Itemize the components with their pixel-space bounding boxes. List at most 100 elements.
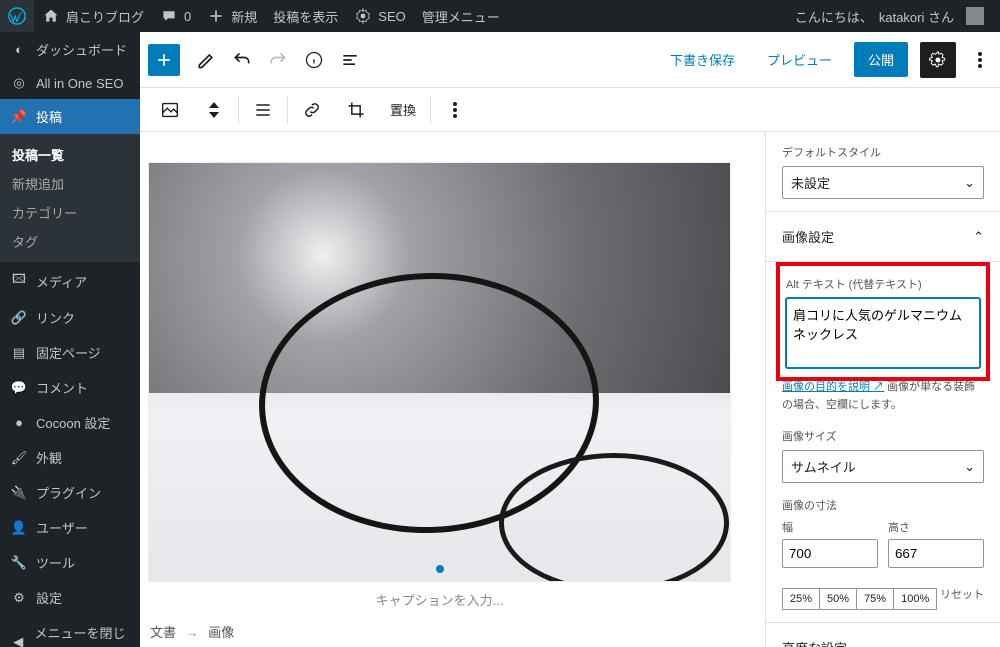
move-handle[interactable] [192,88,236,132]
caption-input[interactable]: キャプションを入力... [148,582,731,617]
posts-submenu: 投稿一覧 新規追加 カテゴリー タグ [0,134,140,262]
brush-icon: 🖌 [10,450,28,466]
replace-button[interactable]: 置換 [378,88,428,132]
collapse-icon: ◀ [10,634,27,647]
menu-tools[interactable]: 🔧ツール [0,545,140,580]
publish-button[interactable]: 公開 [854,42,908,77]
comment-icon [160,7,178,25]
menu-appearance[interactable]: 🖌外観 [0,440,140,475]
undo-button[interactable] [224,42,260,78]
width-label: 幅 [782,519,878,535]
avatar [966,7,984,25]
submenu-new-post[interactable]: 新規追加 [0,169,140,198]
editor-topbar: 下書き保存 プレビュー 公開 [140,32,1000,88]
view-post[interactable]: 投稿を表示 [265,0,346,32]
settings-panel: デフォルトスタイル 未設定⌄ 画像設定⌃ Alt テキスト (代替テキスト) 画… [765,132,1000,647]
user-icon: 👤 [10,520,28,536]
default-style-label: デフォルトスタイル [782,144,984,160]
chevron-down-icon: ⌄ [964,175,975,191]
media-icon: 🖾 [10,270,28,292]
gear-icon [354,7,372,25]
redo-button[interactable] [260,42,296,78]
info-button[interactable] [296,42,332,78]
menu-settings[interactable]: ⚙設定 [0,580,140,615]
preview-button[interactable]: プレビュー [757,44,842,75]
alt-help-link[interactable]: 画像の目的を説明 ↗ [782,381,884,393]
width-input[interactable] [782,539,878,568]
alt-text-highlight: Alt テキスト (代替テキスト) [776,262,990,381]
admin-menu[interactable]: 管理メニュー [414,0,508,32]
block-type-image[interactable] [148,88,192,132]
image-size-label: 画像サイズ [782,428,984,444]
height-input[interactable] [888,539,984,568]
dimensions-label: 画像の寸法 [782,497,984,513]
page-icon: ▤ [10,345,28,361]
submenu-all-posts[interactable]: 投稿一覧 [0,140,140,169]
comments-icon: 💬 [10,380,28,396]
home-icon [42,7,60,25]
menu-posts[interactable]: 📌投稿 [0,99,140,134]
dashboard-icon: ◐ [10,42,28,57]
sliders-icon: ⚙ [10,590,28,606]
block-breadcrumb: 文書 → 画像 [150,622,234,641]
breadcrumb-image[interactable]: 画像 [208,625,234,640]
pct-50-button[interactable]: 50% [819,588,857,610]
menu-cocoon[interactable]: ●Cocoon 設定 [0,405,140,440]
advanced-toggle[interactable]: 高度な設定⌄ [782,635,984,647]
chevron-down-icon: ⌄ [973,640,984,647]
wp-logo[interactable] [0,0,34,32]
default-style-select[interactable]: 未設定⌄ [782,166,984,199]
menu-aioseo[interactable]: ◎All in One SEO [0,67,140,99]
menu-plugins[interactable]: 🔌プラグイン [0,475,140,510]
block-image[interactable] [148,162,731,582]
block-more-button[interactable] [433,88,477,132]
outline-button[interactable] [332,42,368,78]
image-size-select[interactable]: サムネイル⌄ [782,450,984,483]
save-draft-button[interactable]: 下書き保存 [660,44,745,75]
menu-collapse[interactable]: ◀メニューを閉じる [0,615,140,647]
breadcrumb-document[interactable]: 文書 [150,625,176,640]
pct-75-button[interactable]: 75% [856,588,894,610]
menu-dashboard[interactable]: ◐ダッシュボード [0,32,140,67]
link-button[interactable] [290,88,334,132]
crop-button[interactable] [334,88,378,132]
pin-icon: 📌 [10,109,28,125]
plugin-icon: 🔌 [10,485,28,501]
alt-help-text: 画像の目的を説明 ↗ 画像が単なる装飾の場合、空欄にします。 [782,379,984,414]
height-label: 高さ [888,519,984,535]
alt-text-label: Alt テキスト (代替テキスト) [786,276,980,292]
user-menu[interactable]: こんにちは、katakori さん [787,7,992,26]
site-link[interactable]: 肩こりブログ [34,0,152,32]
menu-comments[interactable]: 💬コメント [0,370,140,405]
image-block[interactable]: キャプションを入力... [148,162,731,617]
comment-count: 0 [184,9,191,24]
alt-text-input[interactable] [786,298,980,368]
image-settings-toggle[interactable]: 画像設定⌃ [782,224,984,249]
plus-icon [207,7,225,25]
menu-media[interactable]: 🖾メディア [0,262,140,300]
pct-25-button[interactable]: 25% [782,588,820,610]
submenu-tags[interactable]: タグ [0,227,140,256]
pct-100-button[interactable]: 100% [893,588,937,610]
more-menu-button[interactable] [968,42,992,78]
chevron-up-icon: ⌃ [973,229,984,245]
edit-mode-button[interactable] [188,42,224,78]
reset-button[interactable]: リセット [940,586,984,602]
new-label: 新規 [231,7,257,26]
cocoon-icon: ● [10,415,28,430]
wrench-icon: 🔧 [10,555,28,571]
menu-pages[interactable]: ▤固定ページ [0,335,140,370]
submenu-categories[interactable]: カテゴリー [0,198,140,227]
block-inserter[interactable] [148,44,180,76]
admin-bar: 肩こりブログ 0 新規 投稿を表示 SEO 管理メニュー こんにちは、katak… [0,0,1000,32]
settings-button[interactable] [920,42,956,78]
menu-users[interactable]: 👤ユーザー [0,510,140,545]
editor-canvas[interactable]: キャプションを入力... 文書 → 画像 [140,132,765,647]
resize-handle[interactable] [436,565,444,573]
align-button[interactable] [241,88,285,132]
wordpress-icon [8,7,26,25]
seo-menu[interactable]: SEO [346,0,413,32]
new-content[interactable]: 新規 [199,0,265,32]
comments-link[interactable]: 0 [152,0,199,32]
menu-links[interactable]: 🔗リンク [0,300,140,335]
